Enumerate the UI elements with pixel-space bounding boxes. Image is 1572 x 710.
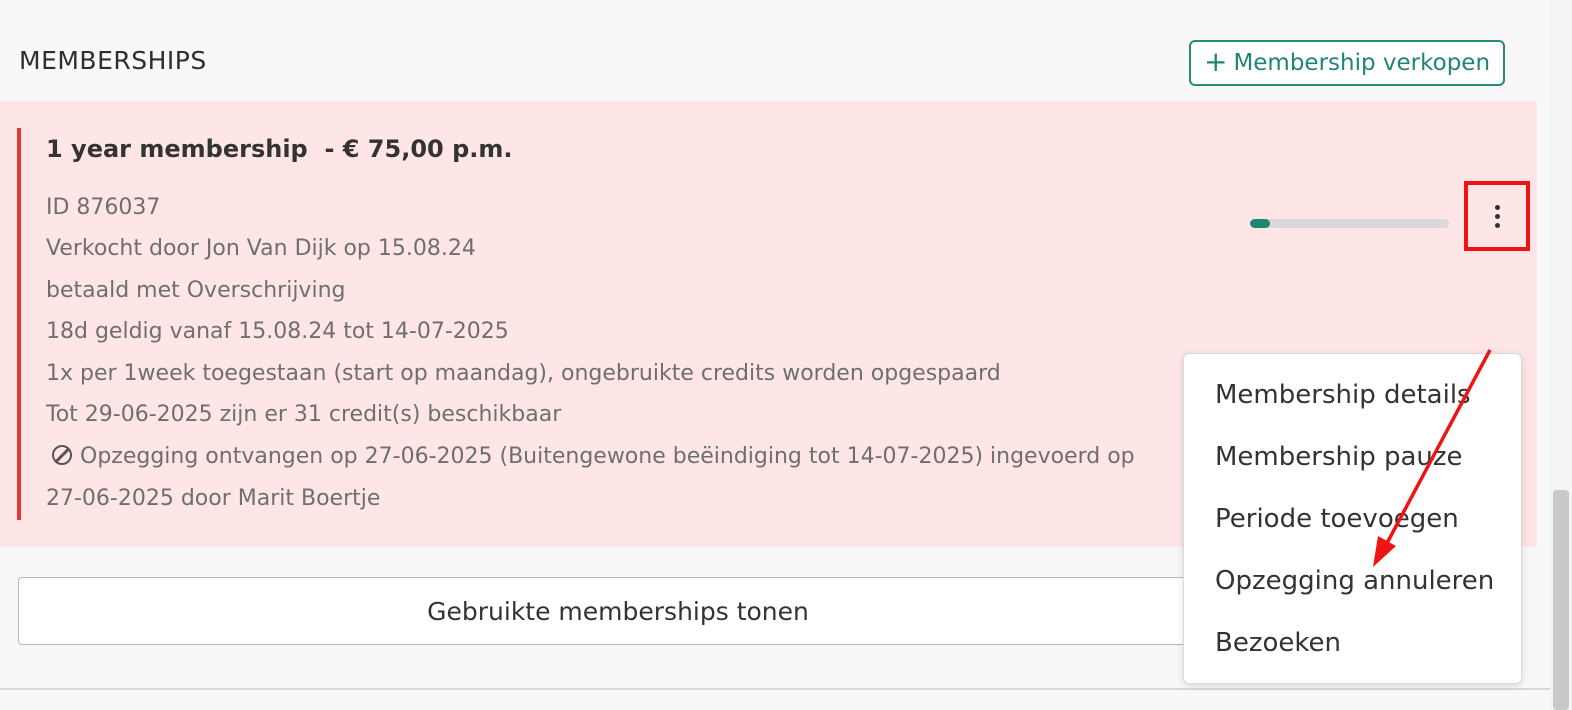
progress-fill (1250, 219, 1270, 228)
membership-id: ID 876037 (46, 195, 161, 220)
sell-membership-label: Membership verkopen (1233, 50, 1491, 76)
menu-item-membership-details[interactable]: Membership details (1215, 380, 1471, 410)
cancellation-entered-by: 27-06-2025 door Marit Boertje (46, 486, 381, 511)
membership-progress-bar (1250, 219, 1449, 228)
credits-available: Tot 29-06-2025 zijn er 31 credit(s) besc… (46, 402, 562, 427)
plus-icon: + (1203, 45, 1228, 78)
section-title: MEMBERSHIPS (19, 46, 207, 75)
page: MEMBERSHIPS + Membership verkopen 1 year… (0, 0, 1572, 710)
card-status-bar (17, 128, 21, 520)
sell-membership-button[interactable]: + Membership verkopen (1189, 40, 1505, 86)
dot (1494, 222, 1500, 228)
menu-item-visits[interactable]: Bezoeken (1215, 628, 1341, 658)
cancellation-text: Opzegging ontvangen op 27-06-2025 (Buite… (80, 444, 1135, 469)
menu-item-membership-pause[interactable]: Membership pauze (1215, 442, 1463, 472)
dot (1494, 213, 1500, 219)
usage-rule: 1x per 1week toegestaan (start op maanda… (46, 361, 1001, 386)
show-used-memberships-button[interactable]: Gebruikte memberships tonen (18, 577, 1218, 645)
context-menu: Membership details Membership pauze Peri… (1183, 353, 1522, 684)
dot (1494, 204, 1500, 210)
divider (0, 688, 1550, 690)
payment-method: betaald met Overschrijving (46, 278, 346, 303)
sold-by: Verkocht door Jon Van Dijk op 15.08.24 (46, 236, 476, 261)
cancel-icon (52, 445, 72, 465)
membership-title: 1 year membership - € 75,00 p.m. (46, 135, 513, 163)
menu-item-cancel-termination[interactable]: Opzegging annuleren (1215, 566, 1494, 596)
scrollbar-thumb[interactable] (1553, 490, 1569, 710)
validity-period: 18d geldig vanaf 15.08.24 tot 14-07-2025 (46, 319, 509, 344)
cancellation-notice: Opzegging ontvangen op 27-06-2025 (Buite… (46, 444, 1135, 469)
menu-item-add-period[interactable]: Periode toevoegen (1215, 504, 1459, 534)
kebab-menu-icon[interactable] (1464, 181, 1530, 251)
